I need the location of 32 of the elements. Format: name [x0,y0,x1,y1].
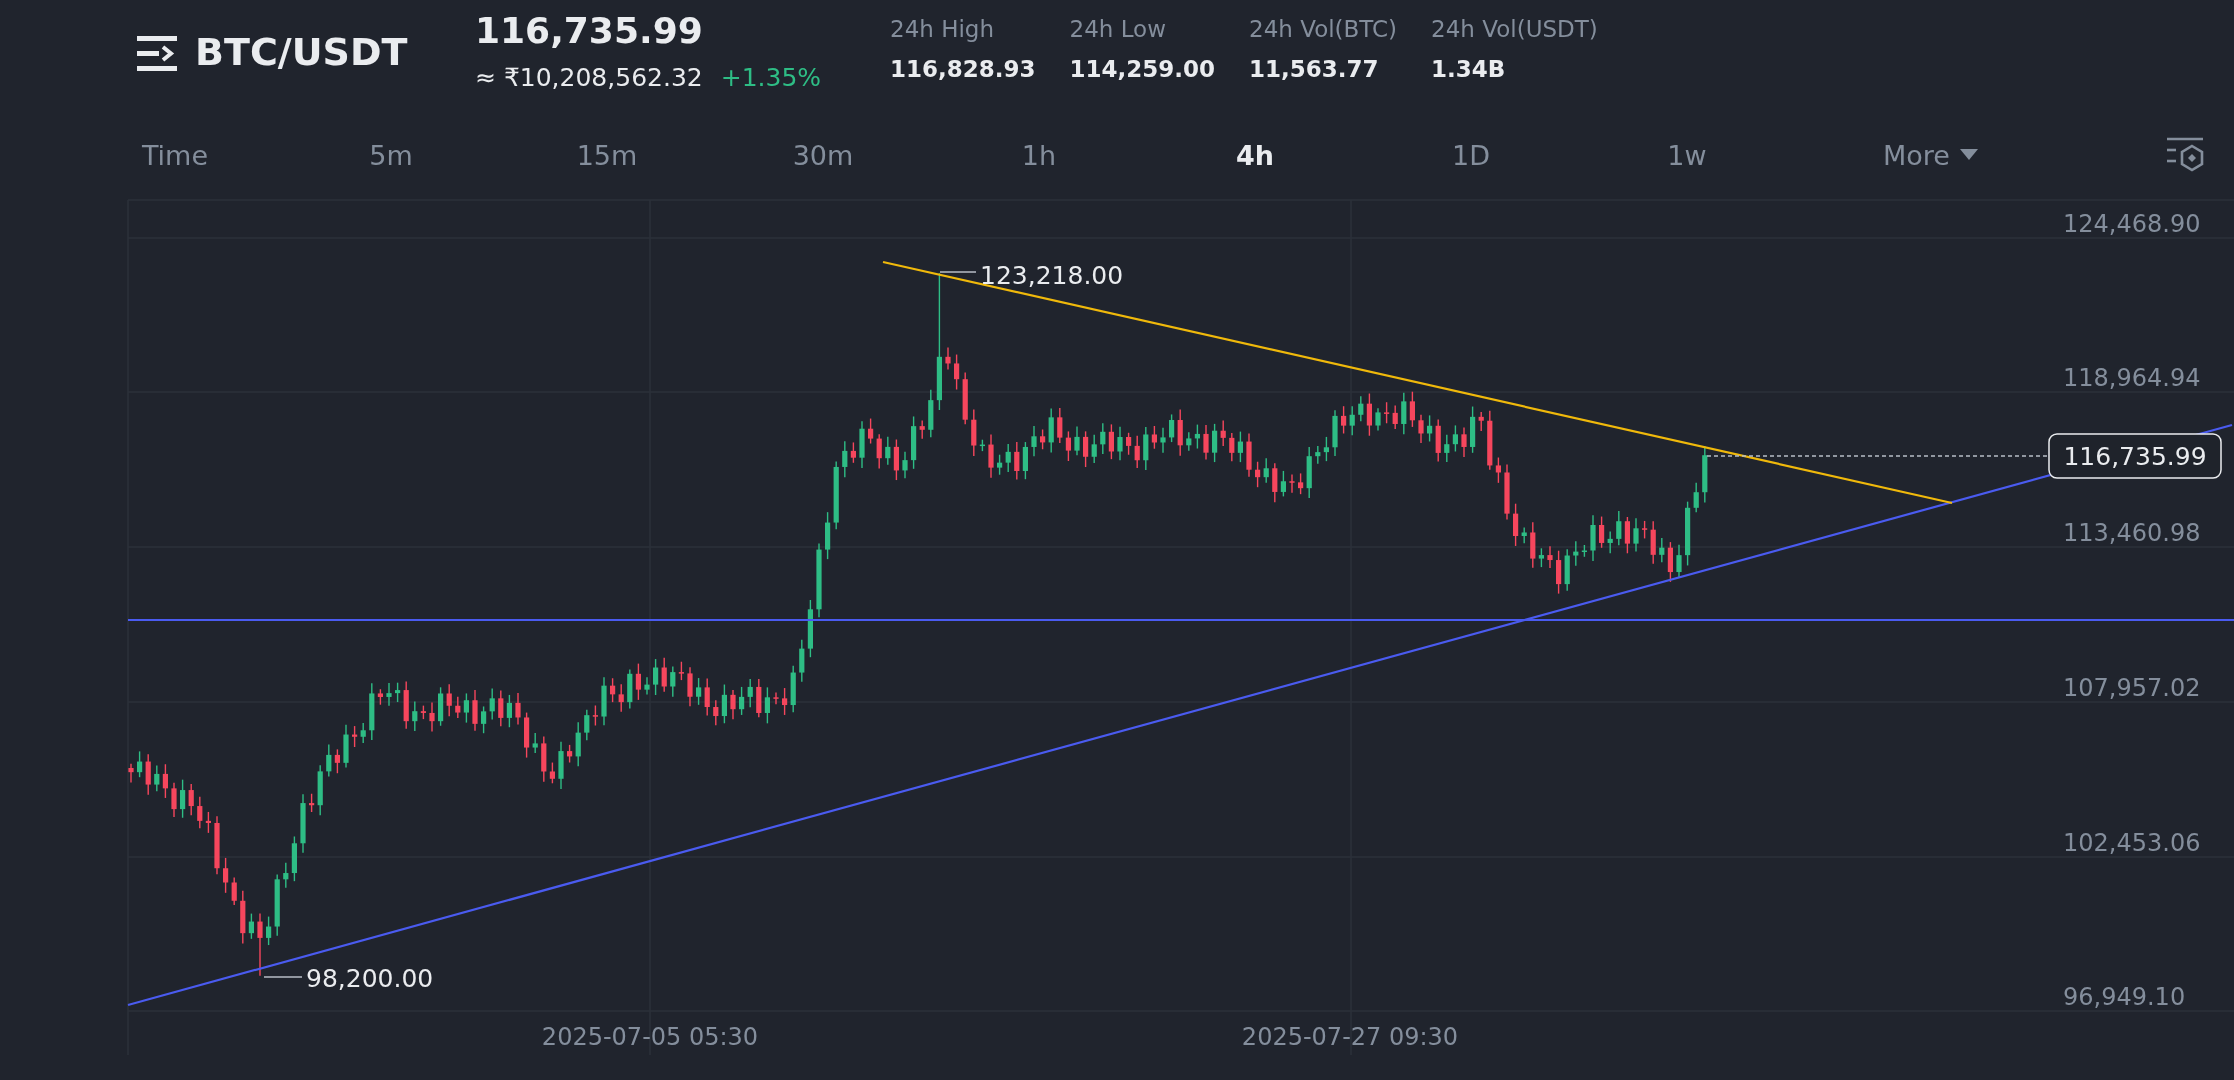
last-price: 116,735.99 [475,10,704,51]
stat-value: 116,828.93 [890,56,1036,82]
stat-label: 24h Vol(USDT) [1431,16,1598,42]
low-price-label: 98,200.00 [306,964,434,993]
more-dropdown[interactable]: More [1883,133,1978,177]
stat-label: 24h High [890,16,996,42]
stat-label: 24h Vol(BTC) [1249,16,1398,42]
interval-tab[interactable]: Time [67,133,283,177]
stat-value: 11,563.77 [1249,56,1380,82]
price-axis-label: 113,460.98 [2063,519,2201,547]
price-change: +1.35% [720,63,822,92]
price-axis-label: 124,468.90 [2063,210,2201,238]
price-axis-label: 96,949.10 [2063,983,2186,1011]
stat-label: 24h Low [1069,16,1167,42]
high-price-label: 123,218.00 [980,261,1124,290]
pair-title: BTC/USDT [195,30,409,74]
interval-tab[interactable]: 5m [283,133,499,177]
interval-tab[interactable]: 4h [1147,133,1363,177]
interval-tab[interactable]: 15m [499,133,715,177]
stat-value: 1.34B [1431,56,1507,82]
time-axis-label: 2025-07-27 09:30 [1241,1023,1459,1051]
last-price-tag: 116,735.99 [2048,433,2222,479]
time-axis-label: 2025-07-05 05:30 [541,1023,759,1051]
fiat-price: ≈ ₹10,208,562.32 [475,63,703,92]
interval-tab[interactable]: 30m [715,133,931,177]
interval-tab[interactable]: 1h [931,133,1147,177]
interval-tab[interactable]: 1D [1363,133,1579,177]
price-axis-label: 102,453.06 [2063,829,2201,857]
price-axis-label: 107,957.02 [2063,674,2201,702]
stat-value: 114,259.00 [1069,56,1216,82]
price-axis-label: 118,964.94 [2063,364,2201,392]
interval-tab[interactable]: 1w [1579,133,1795,177]
